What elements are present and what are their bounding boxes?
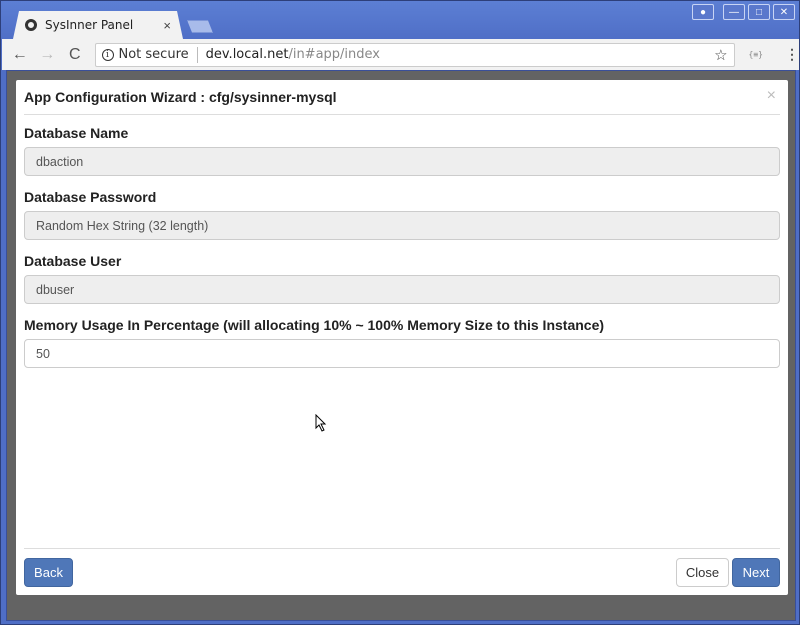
modal-close-icon[interactable]: × bbox=[767, 87, 776, 105]
field-database-name: Database Name bbox=[24, 125, 780, 176]
database-name-input[interactable] bbox=[24, 147, 780, 176]
database-password-label: Database Password bbox=[24, 189, 157, 205]
omnibox-divider bbox=[196, 46, 198, 63]
url-host: dev.local.net bbox=[205, 47, 289, 62]
field-memory-usage: Memory Usage In Percentage (will allocat… bbox=[24, 317, 780, 368]
window-close-icon[interactable]: ✕ bbox=[773, 4, 795, 20]
modal-footer: Back Close Next bbox=[24, 548, 780, 595]
database-password-input[interactable] bbox=[24, 211, 780, 240]
extension-icon[interactable]: {≡} bbox=[749, 50, 763, 59]
close-button[interactable]: Close bbox=[676, 558, 729, 587]
field-database-password: Database Password bbox=[24, 189, 780, 240]
browser-window: SysInner Panel × ● — □ ✕ ← → C i Not sec… bbox=[0, 0, 800, 625]
window-controls: ● — □ ✕ bbox=[692, 4, 795, 20]
database-user-label: Database User bbox=[24, 253, 122, 269]
security-label[interactable]: Not secure bbox=[119, 47, 189, 62]
field-database-user: Database User bbox=[24, 253, 780, 304]
browser-toolbar: ← → C i Not secure dev.local.net /in#app… bbox=[2, 39, 799, 70]
modal-title: App Configuration Wizard : cfg/sysinner-… bbox=[24, 89, 337, 105]
config-wizard-modal: App Configuration Wizard : cfg/sysinner-… bbox=[16, 80, 788, 595]
maximize-icon[interactable]: □ bbox=[748, 4, 770, 20]
back-button[interactable]: Back bbox=[24, 558, 73, 587]
database-name-label: Database Name bbox=[24, 125, 129, 141]
info-icon[interactable]: i bbox=[101, 48, 114, 61]
back-arrow-icon[interactable]: ← bbox=[10, 46, 30, 64]
address-bar[interactable]: i Not secure dev.local.net /in#app/index… bbox=[94, 42, 735, 67]
browser-menu-icon[interactable]: ⋮ bbox=[785, 46, 799, 63]
tab-strip: SysInner Panel × ● — □ ✕ bbox=[1, 1, 800, 39]
bookmark-star-icon[interactable]: ☆ bbox=[714, 46, 727, 64]
page-viewport: App Configuration Wizard : cfg/sysinner-… bbox=[6, 70, 796, 621]
forward-arrow-icon[interactable]: → bbox=[38, 46, 58, 64]
reload-icon[interactable]: C bbox=[65, 46, 85, 64]
next-button[interactable]: Next bbox=[732, 558, 780, 587]
new-tab-button[interactable] bbox=[187, 20, 213, 33]
app-favicon-icon bbox=[25, 19, 37, 31]
minimize-icon[interactable]: — bbox=[723, 4, 745, 20]
database-user-input[interactable] bbox=[24, 275, 780, 304]
modal-header: App Configuration Wizard : cfg/sysinner-… bbox=[24, 80, 780, 115]
mouse-cursor-icon bbox=[315, 414, 327, 432]
profile-icon[interactable]: ● bbox=[692, 4, 714, 20]
browser-tab[interactable]: SysInner Panel × bbox=[13, 11, 183, 39]
tab-close-icon[interactable]: × bbox=[163, 18, 171, 33]
memory-usage-input[interactable] bbox=[24, 339, 780, 368]
tab-title: SysInner Panel bbox=[45, 18, 134, 32]
memory-usage-label: Memory Usage In Percentage (will allocat… bbox=[24, 317, 605, 333]
config-form: Database Name Database Password Database… bbox=[24, 125, 780, 381]
url-path: /in#app/index bbox=[288, 47, 380, 62]
